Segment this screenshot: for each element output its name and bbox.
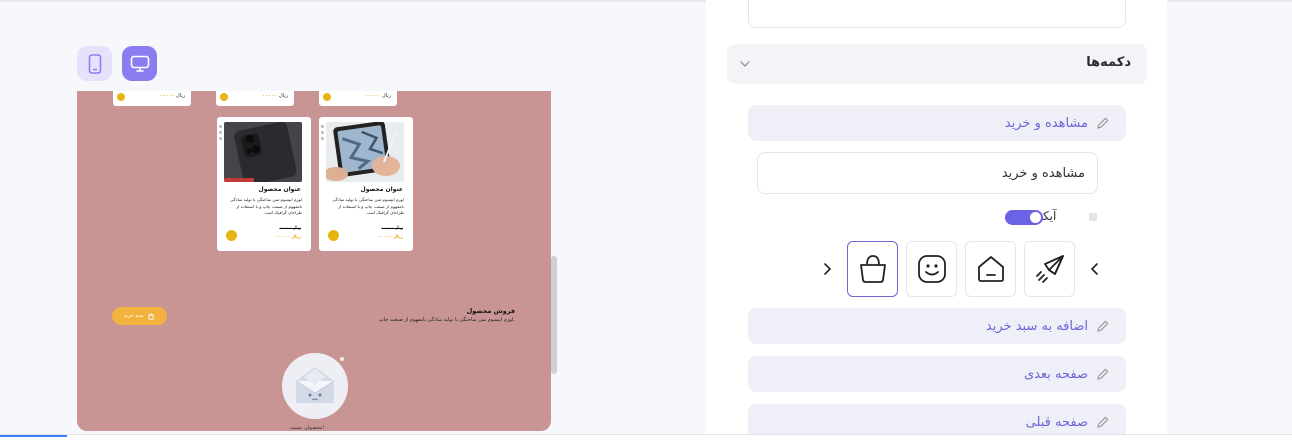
product-card-partial: ۰۰۰۰۰ ریال xyxy=(216,91,294,106)
previous-field[interactable] xyxy=(748,0,1126,28)
hero-description: لورم ایپسوم متن ساختگی با تولید سادگی نا… xyxy=(378,317,515,323)
price: ۰۰۰۰۰ ریال xyxy=(275,235,301,240)
currency: ریال xyxy=(382,93,391,99)
rocket-icon xyxy=(1035,255,1064,283)
card-description: لورم ایپسوم متن ساختگی با تولید سادگی نا… xyxy=(332,197,404,215)
edit-icon xyxy=(1097,368,1109,380)
smile-icon xyxy=(917,255,946,283)
currency: ریال xyxy=(279,93,288,99)
product-card[interactable]: عنوان محصول لورم ایپسوم متن ساختگی با تو… xyxy=(319,117,413,251)
section-title: دکمه‌ها xyxy=(1086,55,1131,70)
chevron-down-icon xyxy=(740,61,750,67)
price-value: ۰۰۰۰۰ xyxy=(159,93,175,99)
option-checkbox[interactable] xyxy=(1089,213,1097,221)
loading-progress xyxy=(0,435,67,437)
chevron-left-icon[interactable] xyxy=(1089,261,1101,277)
mobile-view-button[interactable] xyxy=(77,46,112,81)
card-dots xyxy=(219,125,223,143)
card-dots xyxy=(321,125,325,143)
home-icon xyxy=(977,256,1004,282)
chevron-right-icon[interactable] xyxy=(821,261,833,277)
old-price: ۰۰۰۰۰ ریال xyxy=(381,226,403,231)
icon-option-home[interactable] xyxy=(965,241,1016,297)
empty-state-illustration xyxy=(282,353,348,419)
desktop-icon xyxy=(130,55,149,72)
card-title: عنوان محصول xyxy=(360,186,404,193)
card-price: ۰۰۰۰۰ ریال xyxy=(262,93,288,99)
add-to-cart-icon[interactable] xyxy=(328,230,339,241)
product-card[interactable]: عنوان محصول لورم ایپسوم متن ساختگی با تو… xyxy=(217,117,311,251)
empty-state-label: محصولی نیست! xyxy=(290,425,325,431)
price: ۰۰۰۰۰ ریال xyxy=(377,235,403,240)
preview-canvas: ۰۰۰۰۰ ریال ۰۰۰۰۰ ریال ۰۰۰۰۰ ریال عنوان م… xyxy=(77,91,551,431)
edit-icon xyxy=(1097,117,1109,129)
edit-icon xyxy=(1097,320,1109,332)
tablet-image xyxy=(326,122,404,182)
card-title: عنوان محصول xyxy=(258,186,302,193)
edit-icon xyxy=(1097,416,1109,428)
icon-option-bag[interactable] xyxy=(847,241,898,297)
bag-icon xyxy=(148,313,155,320)
button-text-input[interactable] xyxy=(757,152,1098,194)
pill-label: صفحه بعدی xyxy=(1024,366,1088,382)
mobile-icon xyxy=(88,53,101,74)
hero-title: فروش محصول xyxy=(466,307,515,315)
buttons-section-header[interactable]: دکمه‌ها xyxy=(727,44,1147,84)
next-page-button-pill[interactable]: صفحه بعدی xyxy=(748,356,1126,392)
desktop-view-button[interactable] xyxy=(122,46,157,81)
icon-option-rocket[interactable] xyxy=(1024,241,1075,297)
card-price: ۰۰۰۰۰ ریال xyxy=(365,93,391,99)
add-to-cart-icon[interactable] xyxy=(226,230,237,241)
phone-image xyxy=(224,122,302,182)
product-card-partial: ۰۰۰۰۰ ریال xyxy=(319,91,397,106)
pill-label: اضافه به سبد خرید xyxy=(985,318,1088,334)
cart-dot xyxy=(117,93,125,101)
pill-label: مشاهده و خرید xyxy=(1004,115,1088,131)
pill-label: صفحه قبلی xyxy=(1025,414,1088,430)
preview-scrollbar[interactable] xyxy=(551,256,557,374)
add-to-cart-button-pill[interactable]: اضافه به سبد خرید xyxy=(748,308,1126,344)
currency: ریال xyxy=(176,93,185,99)
icon-toggle[interactable] xyxy=(1005,210,1043,225)
bottom-bar xyxy=(0,434,1292,442)
price-value: ۰۰۰۰۰ xyxy=(365,93,381,99)
hero-cart-button[interactable]: سبد خرید xyxy=(112,307,167,325)
cart-dot xyxy=(220,93,228,101)
old-price: ۰۰۰۰۰ ریال xyxy=(279,226,301,231)
bag-icon xyxy=(859,255,886,283)
view-buy-button-pill[interactable]: مشاهده و خرید xyxy=(748,105,1126,141)
hero-cart-label: سبد خرید xyxy=(123,313,144,319)
card-price: ۰۰۰۰۰ ریال xyxy=(159,93,185,99)
icon-option-smile[interactable] xyxy=(906,241,957,297)
price-value: ۰۰۰۰۰ xyxy=(262,93,278,99)
product-card-partial: ۰۰۰۰۰ ریال xyxy=(113,91,191,106)
card-description: لورم ایپسوم متن ساختگی با تولید سادگی نا… xyxy=(230,197,302,215)
cart-dot xyxy=(323,93,331,101)
